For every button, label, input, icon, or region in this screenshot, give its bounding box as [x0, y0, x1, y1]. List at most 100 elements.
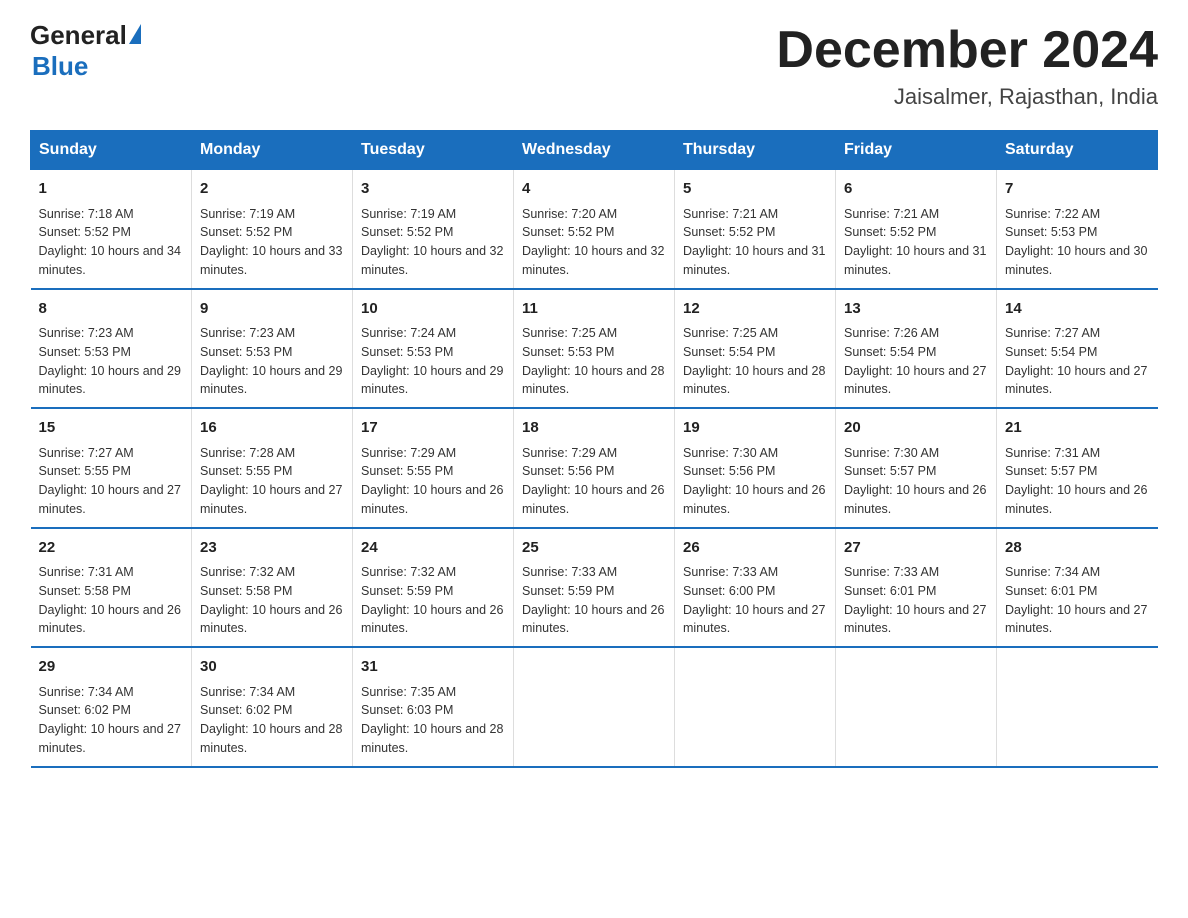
calendar-cell: 16 Sunrise: 7:28 AMSunset: 5:55 PMDaylig… — [192, 408, 353, 528]
calendar-table: SundayMondayTuesdayWednesdayThursdayFrid… — [30, 130, 1158, 768]
calendar-cell: 20 Sunrise: 7:30 AMSunset: 5:57 PMDaylig… — [836, 408, 997, 528]
day-header-wednesday: Wednesday — [514, 131, 675, 170]
day-info: Sunrise: 7:29 AMSunset: 5:55 PMDaylight:… — [361, 444, 505, 519]
calendar-cell: 25 Sunrise: 7:33 AMSunset: 5:59 PMDaylig… — [514, 528, 675, 648]
day-info: Sunrise: 7:23 AMSunset: 5:53 PMDaylight:… — [200, 324, 344, 399]
day-info: Sunrise: 7:31 AMSunset: 5:58 PMDaylight:… — [39, 563, 184, 638]
day-info: Sunrise: 7:27 AMSunset: 5:54 PMDaylight:… — [1005, 324, 1150, 399]
calendar-cell: 4 Sunrise: 7:20 AMSunset: 5:52 PMDayligh… — [514, 170, 675, 289]
day-info: Sunrise: 7:26 AMSunset: 5:54 PMDaylight:… — [844, 324, 988, 399]
day-header-monday: Monday — [192, 131, 353, 170]
day-header-tuesday: Tuesday — [353, 131, 514, 170]
day-info: Sunrise: 7:32 AMSunset: 5:58 PMDaylight:… — [200, 563, 344, 638]
day-info: Sunrise: 7:35 AMSunset: 6:03 PMDaylight:… — [361, 683, 505, 758]
day-number: 7 — [1005, 178, 1150, 201]
calendar-cell: 3 Sunrise: 7:19 AMSunset: 5:52 PMDayligh… — [353, 170, 514, 289]
day-number: 6 — [844, 178, 988, 201]
day-number: 23 — [200, 537, 344, 560]
day-number: 8 — [39, 298, 184, 321]
calendar-week-row: 1 Sunrise: 7:18 AMSunset: 5:52 PMDayligh… — [31, 170, 1158, 289]
day-number: 20 — [844, 417, 988, 440]
calendar-cell: 15 Sunrise: 7:27 AMSunset: 5:55 PMDaylig… — [31, 408, 192, 528]
logo: General Blue — [30, 20, 141, 82]
day-number: 14 — [1005, 298, 1150, 321]
calendar-cell: 18 Sunrise: 7:29 AMSunset: 5:56 PMDaylig… — [514, 408, 675, 528]
calendar-cell: 2 Sunrise: 7:19 AMSunset: 5:52 PMDayligh… — [192, 170, 353, 289]
day-number: 28 — [1005, 537, 1150, 560]
day-info: Sunrise: 7:25 AMSunset: 5:53 PMDaylight:… — [522, 324, 666, 399]
calendar-cell: 13 Sunrise: 7:26 AMSunset: 5:54 PMDaylig… — [836, 289, 997, 409]
day-info: Sunrise: 7:19 AMSunset: 5:52 PMDaylight:… — [361, 205, 505, 280]
calendar-cell: 21 Sunrise: 7:31 AMSunset: 5:57 PMDaylig… — [997, 408, 1158, 528]
day-number: 3 — [361, 178, 505, 201]
day-number: 24 — [361, 537, 505, 560]
calendar-cell — [675, 647, 836, 767]
day-info: Sunrise: 7:34 AMSunset: 6:02 PMDaylight:… — [39, 683, 184, 758]
day-number: 12 — [683, 298, 827, 321]
day-number: 26 — [683, 537, 827, 560]
day-number: 16 — [200, 417, 344, 440]
day-info: Sunrise: 7:22 AMSunset: 5:53 PMDaylight:… — [1005, 205, 1150, 280]
calendar-subtitle: Jaisalmer, Rajasthan, India — [776, 84, 1158, 110]
day-number: 19 — [683, 417, 827, 440]
day-info: Sunrise: 7:31 AMSunset: 5:57 PMDaylight:… — [1005, 444, 1150, 519]
calendar-cell: 23 Sunrise: 7:32 AMSunset: 5:58 PMDaylig… — [192, 528, 353, 648]
calendar-cell — [997, 647, 1158, 767]
day-info: Sunrise: 7:33 AMSunset: 6:01 PMDaylight:… — [844, 563, 988, 638]
day-number: 5 — [683, 178, 827, 201]
day-info: Sunrise: 7:21 AMSunset: 5:52 PMDaylight:… — [683, 205, 827, 280]
day-info: Sunrise: 7:21 AMSunset: 5:52 PMDaylight:… — [844, 205, 988, 280]
calendar-cell: 27 Sunrise: 7:33 AMSunset: 6:01 PMDaylig… — [836, 528, 997, 648]
calendar-cell: 29 Sunrise: 7:34 AMSunset: 6:02 PMDaylig… — [31, 647, 192, 767]
day-header-sunday: Sunday — [31, 131, 192, 170]
day-info: Sunrise: 7:29 AMSunset: 5:56 PMDaylight:… — [522, 444, 666, 519]
day-info: Sunrise: 7:34 AMSunset: 6:01 PMDaylight:… — [1005, 563, 1150, 638]
calendar-cell: 17 Sunrise: 7:29 AMSunset: 5:55 PMDaylig… — [353, 408, 514, 528]
calendar-cell: 5 Sunrise: 7:21 AMSunset: 5:52 PMDayligh… — [675, 170, 836, 289]
day-number: 17 — [361, 417, 505, 440]
calendar-week-row: 8 Sunrise: 7:23 AMSunset: 5:53 PMDayligh… — [31, 289, 1158, 409]
day-info: Sunrise: 7:32 AMSunset: 5:59 PMDaylight:… — [361, 563, 505, 638]
day-header-friday: Friday — [836, 131, 997, 170]
day-number: 27 — [844, 537, 988, 560]
day-number: 2 — [200, 178, 344, 201]
page-header: General Blue December 2024 Jaisalmer, Ra… — [30, 20, 1158, 110]
day-info: Sunrise: 7:30 AMSunset: 5:57 PMDaylight:… — [844, 444, 988, 519]
day-info: Sunrise: 7:20 AMSunset: 5:52 PMDaylight:… — [522, 205, 666, 280]
calendar-cell: 19 Sunrise: 7:30 AMSunset: 5:56 PMDaylig… — [675, 408, 836, 528]
calendar-week-row: 15 Sunrise: 7:27 AMSunset: 5:55 PMDaylig… — [31, 408, 1158, 528]
day-number: 11 — [522, 298, 666, 321]
logo-general-text: General — [30, 20, 127, 51]
day-number: 9 — [200, 298, 344, 321]
logo-triangle-icon — [129, 24, 141, 44]
calendar-cell: 8 Sunrise: 7:23 AMSunset: 5:53 PMDayligh… — [31, 289, 192, 409]
logo-blue-text: Blue — [32, 51, 88, 82]
day-number: 31 — [361, 656, 505, 679]
calendar-cell: 10 Sunrise: 7:24 AMSunset: 5:53 PMDaylig… — [353, 289, 514, 409]
calendar-cell: 9 Sunrise: 7:23 AMSunset: 5:53 PMDayligh… — [192, 289, 353, 409]
day-number: 30 — [200, 656, 344, 679]
calendar-title: December 2024 — [776, 20, 1158, 80]
calendar-week-row: 22 Sunrise: 7:31 AMSunset: 5:58 PMDaylig… — [31, 528, 1158, 648]
day-info: Sunrise: 7:25 AMSunset: 5:54 PMDaylight:… — [683, 324, 827, 399]
title-block: December 2024 Jaisalmer, Rajasthan, Indi… — [776, 20, 1158, 110]
calendar-cell: 30 Sunrise: 7:34 AMSunset: 6:02 PMDaylig… — [192, 647, 353, 767]
day-info: Sunrise: 7:30 AMSunset: 5:56 PMDaylight:… — [683, 444, 827, 519]
day-header-thursday: Thursday — [675, 131, 836, 170]
day-info: Sunrise: 7:24 AMSunset: 5:53 PMDaylight:… — [361, 324, 505, 399]
calendar-cell: 6 Sunrise: 7:21 AMSunset: 5:52 PMDayligh… — [836, 170, 997, 289]
day-info: Sunrise: 7:34 AMSunset: 6:02 PMDaylight:… — [200, 683, 344, 758]
day-info: Sunrise: 7:18 AMSunset: 5:52 PMDaylight:… — [39, 205, 184, 280]
day-number: 4 — [522, 178, 666, 201]
calendar-header-row: SundayMondayTuesdayWednesdayThursdayFrid… — [31, 131, 1158, 170]
calendar-cell — [836, 647, 997, 767]
calendar-cell: 24 Sunrise: 7:32 AMSunset: 5:59 PMDaylig… — [353, 528, 514, 648]
calendar-cell: 28 Sunrise: 7:34 AMSunset: 6:01 PMDaylig… — [997, 528, 1158, 648]
day-number: 15 — [39, 417, 184, 440]
calendar-cell: 7 Sunrise: 7:22 AMSunset: 5:53 PMDayligh… — [997, 170, 1158, 289]
day-info: Sunrise: 7:33 AMSunset: 5:59 PMDaylight:… — [522, 563, 666, 638]
day-number: 1 — [39, 178, 184, 201]
day-info: Sunrise: 7:33 AMSunset: 6:00 PMDaylight:… — [683, 563, 827, 638]
calendar-cell: 14 Sunrise: 7:27 AMSunset: 5:54 PMDaylig… — [997, 289, 1158, 409]
day-number: 22 — [39, 537, 184, 560]
